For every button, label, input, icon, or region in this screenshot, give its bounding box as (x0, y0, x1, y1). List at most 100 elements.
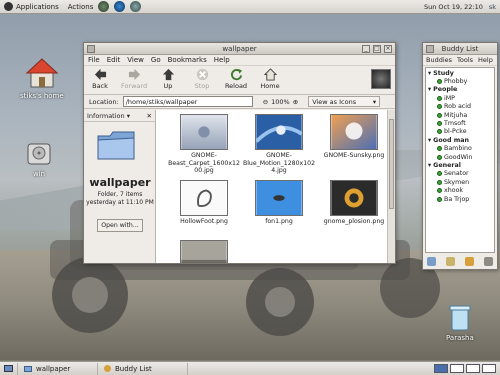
home-button[interactable]: Home (258, 68, 282, 90)
menu-help[interactable]: Help (214, 56, 230, 64)
close-button[interactable]: × (384, 45, 392, 53)
file-item[interactable] (164, 240, 244, 263)
maximize-button[interactable]: □ (373, 45, 381, 53)
user-indicator[interactable]: sk (489, 3, 496, 11)
window-titlebar[interactable]: wallpaper _ □ × (84, 43, 395, 55)
buddy-item[interactable]: Bambino (426, 145, 494, 153)
zoom-in-icon[interactable]: ⊕ (293, 98, 298, 106)
stop-button[interactable]: Stop (190, 68, 214, 90)
file-name-line: HollowFoot.png (180, 218, 228, 225)
actions-menu[interactable]: Actions (68, 3, 94, 11)
back-arrow-icon (94, 68, 106, 81)
show-desktop-button[interactable] (0, 362, 18, 375)
menu-buddies[interactable]: Buddies (426, 56, 452, 64)
buddy-tree: ▾ Study Phobby ▾ People iMP Rob acid Mitju… (425, 67, 495, 253)
workspace-2[interactable] (450, 364, 464, 373)
buddy-group[interactable]: ▾ People (426, 86, 494, 94)
buddy-group[interactable]: ▾ Good man (426, 136, 494, 144)
applications-menu[interactable]: Applications (16, 3, 59, 11)
desktop-icon-win[interactable]: win (26, 138, 52, 178)
file-item[interactable]: gnome_plosion.png (314, 180, 387, 226)
buddy-group[interactable]: ▾ Study (426, 69, 494, 77)
vertical-scrollbar[interactable] (387, 110, 395, 263)
join-chat-icon[interactable] (465, 256, 474, 266)
online-status-icon (437, 188, 442, 194)
menu-edit[interactable]: Edit (107, 56, 121, 64)
file-item[interactable]: HollowFoot.png (164, 180, 244, 226)
menu-view[interactable]: View (127, 56, 144, 64)
zoom-out-icon[interactable]: ⊖ (263, 98, 268, 106)
sidebar-type-select[interactable]: Information ▾ (87, 112, 130, 120)
buddy-item[interactable]: Tmsoft (426, 119, 494, 127)
taskbar-item-buddy-list[interactable]: Buddy List (98, 362, 188, 375)
location-input[interactable]: /home/stiks/wallpaper (122, 96, 253, 107)
buddy-item[interactable]: Ba Trjop (426, 195, 494, 203)
window-menu-icon[interactable] (426, 45, 434, 53)
minimize-button[interactable]: _ (362, 45, 370, 53)
panel-clock[interactable]: Sun Oct 19, 22:10 (424, 3, 483, 11)
buddy-item[interactable]: Senator (426, 170, 494, 178)
file-item[interactable]: GNOME-Sunsky.png (314, 114, 387, 160)
up-button[interactable]: Up (156, 68, 180, 90)
buddy-group[interactable]: ▾ General (426, 161, 494, 169)
desktop-icon-trash[interactable]: Parasha (446, 304, 474, 342)
trash-icon (449, 305, 471, 331)
reload-button[interactable]: Reload (224, 68, 248, 90)
view-mode-select[interactable]: View as Icons ▾ (308, 96, 381, 107)
file-item[interactable]: GNOME- Beast_Carpet_1600x12 00.jpg (164, 114, 244, 175)
view-mode-value: View as Icons (312, 98, 357, 106)
gnome-foot-icon[interactable] (4, 2, 13, 11)
menu-go[interactable]: Go (151, 56, 161, 64)
open-with-button[interactable]: Open with... (97, 219, 143, 232)
stop-label: Stop (194, 82, 210, 90)
forward-button[interactable]: Forward (120, 68, 148, 90)
buddy-titlebar[interactable]: Buddy List (423, 43, 497, 55)
buddy-item[interactable]: Mitjuha (426, 111, 494, 119)
menu-help[interactable]: Help (478, 56, 493, 64)
expander-icon[interactable]: ▾ (428, 86, 431, 93)
group-name: People (433, 86, 458, 94)
menu-tools[interactable]: Tools (457, 56, 473, 64)
nautilus-content: Information ▾ ✕ wallpaper Folder, 7 item… (84, 110, 395, 263)
launcher-browser-icon[interactable] (114, 1, 126, 12)
buddy-name: Mitjuha (444, 111, 468, 119)
file-item[interactable]: fon1.png (239, 180, 319, 226)
buddy-item[interactable]: Skymen (426, 178, 494, 186)
window-menu-icon[interactable] (87, 45, 95, 53)
top-panel: Applications Actions Sun Oct 19, 22:10 s… (0, 0, 500, 14)
nautilus-window: wallpaper _ □ × File Edit View Go Bookma… (83, 42, 396, 264)
buddy-item[interactable]: iMP (426, 94, 494, 102)
buddy-item[interactable]: bl-Pcke (426, 128, 494, 136)
buddy-window-title: Buddy List (441, 44, 479, 53)
forward-label: Forward (120, 82, 148, 90)
away-icon[interactable] (484, 256, 493, 266)
workspace-1[interactable] (434, 364, 448, 373)
expander-icon[interactable]: ▾ (428, 137, 431, 144)
zoom-level[interactable]: 100% (271, 98, 290, 106)
desktop-icon-home[interactable]: stiks's home (20, 56, 64, 100)
workspace-4[interactable] (482, 364, 496, 373)
expander-icon[interactable]: ▾ (428, 70, 431, 77)
launcher-app-icon[interactable] (130, 1, 142, 12)
desktop-icon-label: Parasha (446, 334, 474, 342)
launcher-terminal-icon[interactable] (98, 1, 110, 12)
buddy-item[interactable]: Rob acid (426, 103, 494, 111)
buddy-item[interactable]: xhook (426, 186, 494, 194)
buddy-item[interactable]: GoodWin (426, 153, 494, 161)
file-item[interactable]: GNOME- Blue_Motion_1280x102 4.jpg (239, 114, 319, 175)
buddy-item[interactable]: Phobby (426, 77, 494, 85)
back-button[interactable]: Back (88, 68, 112, 90)
workspace-3[interactable] (466, 364, 480, 373)
buddy-name: Phobby (444, 78, 468, 86)
buddy-name: xhook (444, 187, 464, 195)
file-name-line: GNOME- (266, 152, 292, 159)
scrollbar-thumb[interactable] (389, 119, 394, 209)
image-thumbnail-icon (330, 180, 378, 216)
menu-bookmarks[interactable]: Bookmarks (168, 56, 207, 64)
send-im-icon[interactable] (427, 256, 436, 266)
sidebar-close-icon[interactable]: ✕ (147, 112, 152, 120)
expander-icon[interactable]: ▾ (428, 162, 431, 169)
menu-file[interactable]: File (88, 56, 100, 64)
get-info-icon[interactable] (446, 256, 455, 266)
taskbar-item-wallpaper[interactable]: wallpaper (18, 362, 98, 375)
